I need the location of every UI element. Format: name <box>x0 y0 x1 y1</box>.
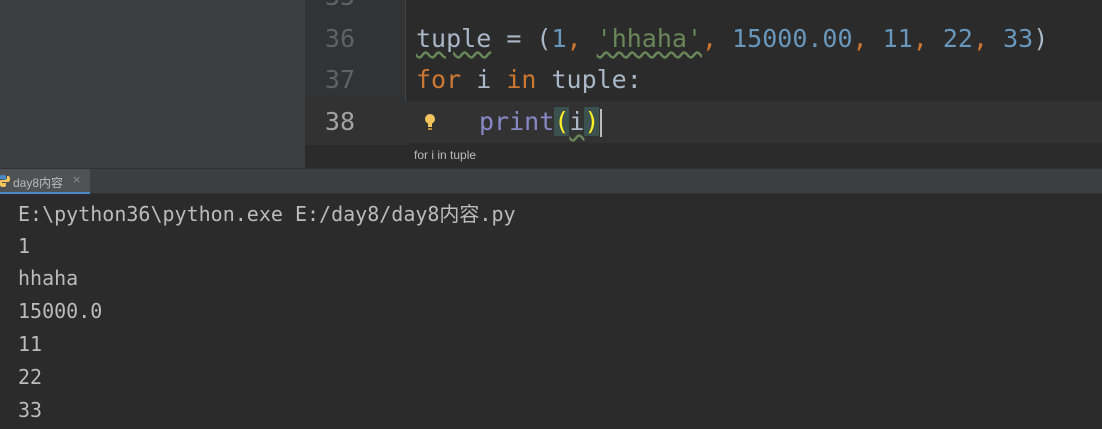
close-paren-highlight: ) <box>584 107 600 136</box>
lightbulb-icon[interactable] <box>420 110 440 134</box>
keyword-for: for <box>416 65 462 94</box>
close-icon[interactable]: × <box>72 173 81 186</box>
line-number: 37 <box>324 65 355 94</box>
identifier-tuple[interactable]: tuple <box>416 24 491 53</box>
assign-operator: = ( <box>491 24 552 53</box>
breadcrumb[interactable]: for i in tuple <box>414 148 476 162</box>
number-literal: 15000.00 <box>732 24 853 53</box>
number-literal: 22 <box>942 24 973 53</box>
console-output-line: hhaha <box>18 266 79 290</box>
text-caret <box>600 109 603 137</box>
comma: , <box>912 24 943 53</box>
console-command-line: E:\python36\python.exe E:/day8/day8内容.py <box>18 202 516 226</box>
argument-i: i <box>569 107 585 136</box>
run-tab-label: day8内容 <box>13 176 64 190</box>
comma: , <box>566 24 597 53</box>
code-editor[interactable]: 35 36 37 38 tuple = (1, 'hhaha', 15000.0… <box>0 0 1102 168</box>
comma: , <box>702 24 733 53</box>
console-output-line: 11 <box>18 332 43 356</box>
run-tab[interactable]: day8内容 × <box>0 169 90 195</box>
line-number: 36 <box>324 24 355 53</box>
builtin-print: print <box>479 107 555 136</box>
number-literal: 1 <box>551 24 567 53</box>
line-number: 35 <box>305 0 355 12</box>
console-output-line: 15000.0 <box>18 299 103 323</box>
code-line-38[interactable]: print(i) <box>479 107 603 137</box>
close-paren: ) <box>1033 24 1049 53</box>
comma: , <box>852 24 883 53</box>
console-output-line: 22 <box>18 365 43 389</box>
loop-iterable: tuple: <box>536 65 642 94</box>
python-icon <box>0 175 10 187</box>
console-output-line: 1 <box>18 234 31 258</box>
string-literal: 'hhaha' <box>596 24 703 53</box>
number-literal: 33 <box>1003 24 1034 53</box>
keyword-in: in <box>506 65 537 94</box>
code-line-36[interactable]: tuple = (1, 'hhaha', 15000.00, 11, 22, 3… <box>416 24 1048 54</box>
breadcrumb-bar <box>406 145 1102 168</box>
code-line-37[interactable]: for i in tuple: <box>416 65 642 95</box>
line-number-current: 38 <box>324 107 355 136</box>
run-console[interactable]: E:\python36\python.exe E:/day8/day8内容.py… <box>0 194 1102 429</box>
open-paren-highlight: ( <box>554 107 570 136</box>
number-literal: 11 <box>882 24 913 53</box>
loop-variable: i <box>461 65 507 94</box>
comma: , <box>972 24 1004 53</box>
console-output-line: 33 <box>18 398 43 422</box>
project-panel <box>0 0 305 168</box>
run-tool-window-tabs: day8内容 × <box>0 168 1102 195</box>
